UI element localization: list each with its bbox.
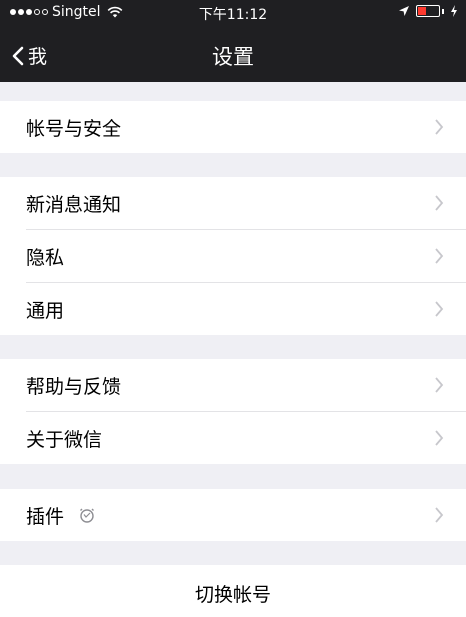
top-bar: Singtel 下午11:12 我 设置 bbox=[0, 0, 466, 82]
battery-level bbox=[418, 7, 426, 15]
row-label: 通用 bbox=[26, 299, 65, 322]
plugin-icon bbox=[80, 508, 95, 523]
settings-group-account: 帐号与安全 bbox=[0, 101, 466, 153]
status-right bbox=[398, 5, 458, 17]
charging-bolt-icon bbox=[451, 5, 457, 17]
status-bar: Singtel 下午11:12 bbox=[0, 0, 466, 24]
chevron-right-icon bbox=[435, 248, 444, 264]
page-title: 设置 bbox=[212, 45, 254, 69]
settings-row-privacy[interactable]: 隐私 bbox=[0, 230, 466, 282]
settings-row-help-feedback[interactable]: 帮助与反馈 bbox=[0, 359, 466, 411]
row-label: 插件 bbox=[26, 505, 65, 528]
settings-row-notifications[interactable]: 新消息通知 bbox=[0, 177, 466, 229]
settings-row-account-security[interactable]: 帐号与安全 bbox=[0, 101, 466, 153]
chevron-right-icon bbox=[435, 377, 444, 393]
chevron-right-icon bbox=[435, 507, 444, 523]
chevron-right-icon bbox=[435, 430, 444, 446]
battery-icon bbox=[416, 5, 440, 17]
row-label: 关于微信 bbox=[26, 428, 103, 451]
chevron-right-icon bbox=[435, 195, 444, 211]
row-label: 新消息通知 bbox=[26, 193, 122, 216]
status-time: 下午11:12 bbox=[198, 7, 268, 23]
settings-group-help: 帮助与反馈 关于微信 bbox=[0, 359, 466, 464]
row-label: 帮助与反馈 bbox=[26, 375, 122, 398]
chevron-right-icon bbox=[435, 119, 444, 135]
chevron-right-icon bbox=[435, 301, 444, 317]
settings-group-general: 新消息通知 隐私 通用 bbox=[0, 177, 466, 335]
settings-row-general[interactable]: 通用 bbox=[0, 283, 466, 335]
row-label: 隐私 bbox=[26, 246, 65, 269]
settings-row-about[interactable]: 关于微信 bbox=[0, 412, 466, 464]
settings-row-plugins[interactable]: 插件 bbox=[0, 489, 466, 541]
row-label: 帐号与安全 bbox=[26, 117, 122, 140]
settings-group-plugins: 插件 bbox=[0, 489, 466, 541]
switch-account-button[interactable]: 切换帐号 bbox=[0, 565, 466, 617]
switch-account-label: 切换帐号 bbox=[194, 584, 271, 606]
location-arrow-icon bbox=[399, 6, 409, 16]
navigation-bar: 我 设置 bbox=[0, 24, 466, 82]
battery-tip bbox=[442, 8, 444, 14]
